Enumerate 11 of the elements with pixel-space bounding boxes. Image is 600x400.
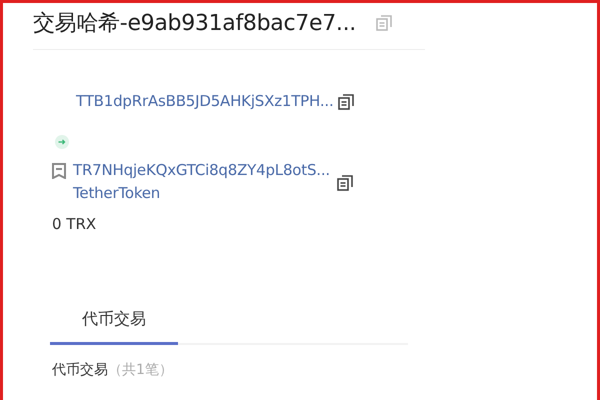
to-address-link[interactable]: TR7NHqjeKQxGTCi8q8ZY4pL8otS... [73,159,330,182]
token-name-link[interactable]: TetherToken [73,182,330,205]
contract-icon [52,163,66,179]
from-address-link[interactable]: TTB1dpRrAsBB5JD5AHKjSXz1TPH... [76,90,334,113]
transaction-hash-title: 交易哈希-e9ab931af8bac7e7... [33,10,356,38]
copy-icon[interactable] [336,175,353,191]
tab[interactable]: 代币交易 [50,305,178,345]
section-heading: 代币交易 [52,361,108,379]
copy-icon[interactable] [338,94,354,110]
amount-text: 0 TRX [52,215,98,233]
count-text: （共1笔） [108,361,173,379]
